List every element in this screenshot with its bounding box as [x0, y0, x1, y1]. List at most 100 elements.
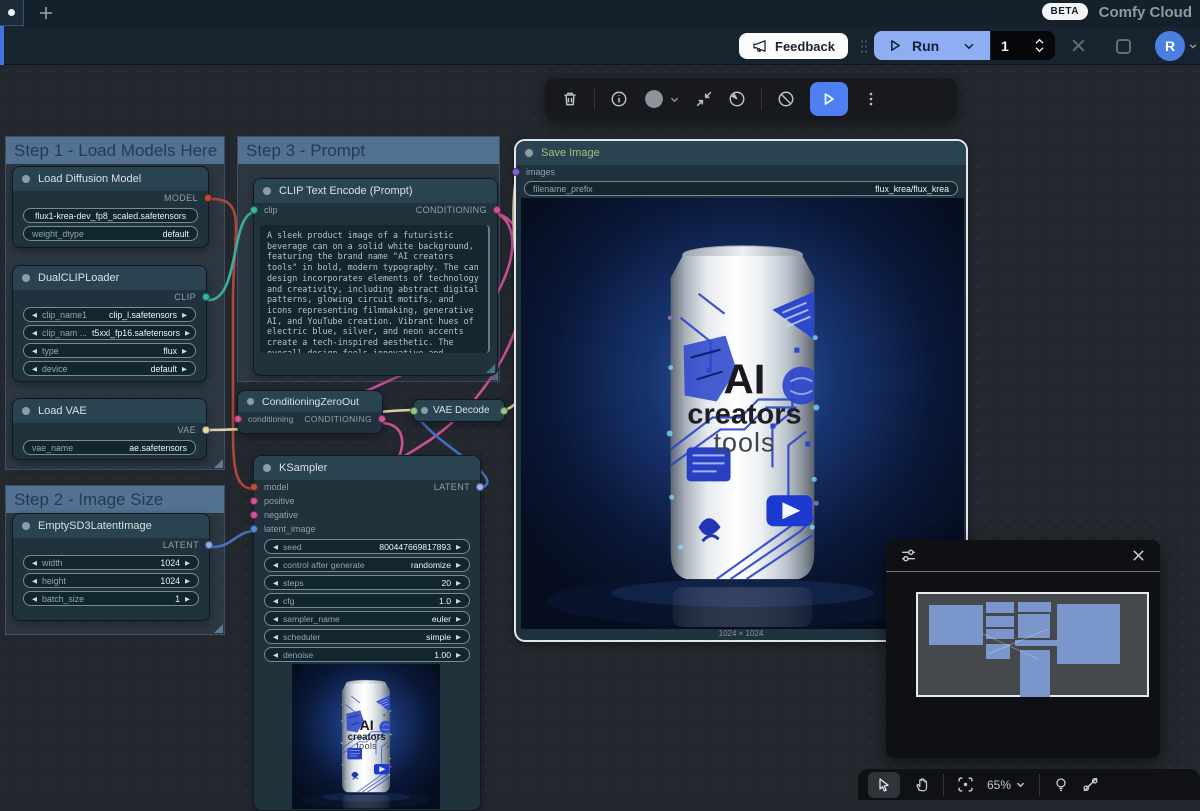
node-header[interactable]: DualCLIPLoader [13, 266, 206, 290]
stepper-up-icon[interactable] [1034, 38, 1045, 45]
port-clip-in[interactable] [250, 206, 258, 214]
zoom-level-dropdown[interactable]: 65% [987, 778, 1026, 792]
node-header[interactable]: EmptySD3LatentImage [13, 514, 209, 538]
node-color-picker[interactable] [643, 88, 680, 110]
port-clip-out[interactable] [202, 293, 210, 301]
collapse-dot-icon[interactable] [22, 175, 30, 183]
toolbar-drag-handle[interactable] [860, 39, 868, 53]
feedback-label: Feedback [775, 39, 835, 54]
lightbulb-icon[interactable] [1053, 777, 1069, 793]
port-collapsed-out[interactable] [500, 407, 508, 415]
widget-steps[interactable]: steps20 [264, 575, 470, 590]
port-negative-in[interactable] [250, 511, 258, 519]
user-avatar[interactable]: R [1155, 31, 1185, 61]
port-row: MODEL [13, 191, 208, 205]
node-header[interactable]: Load VAE [13, 399, 206, 423]
collapse-icon[interactable] [695, 90, 713, 108]
feedback-button[interactable]: Feedback [739, 33, 848, 59]
widget-unet-name[interactable]: flux1-krea-dev_fp8_scaled.safetensors [23, 208, 198, 223]
node-header[interactable]: CLIP Text Encode (Prompt) [254, 179, 497, 203]
widget-width[interactable]: width1024 [23, 555, 199, 570]
port-model-in[interactable] [250, 483, 258, 491]
collapse-dot-icon[interactable] [263, 464, 271, 472]
node-dual-clip-loader[interactable]: DualCLIPLoader CLIP clip_name1clip_l.saf… [12, 265, 207, 382]
widget-label: batch_size [42, 594, 84, 604]
node-header[interactable]: Save Image [516, 141, 966, 165]
collapse-dot-icon[interactable] [525, 149, 533, 157]
port-collapsed-in[interactable] [410, 407, 418, 415]
widget-type[interactable]: typeflux [23, 343, 196, 358]
port-latent-image-in[interactable] [250, 525, 258, 533]
port-positive-in[interactable] [250, 497, 258, 505]
execute-button[interactable] [810, 82, 848, 116]
port-conditioning-out[interactable] [378, 415, 386, 423]
maximize-icon[interactable] [1116, 39, 1131, 54]
node-header[interactable]: Load Diffusion Model [13, 167, 208, 191]
widget-sampler-name[interactable]: sampler_nameeuler [264, 611, 470, 626]
collapse-dot-icon[interactable] [421, 407, 428, 414]
close-icon[interactable] [1131, 548, 1146, 563]
node-load-vae[interactable]: Load VAE VAE vae_name ae.safetensors [12, 398, 207, 460]
toggle-links-icon[interactable] [1082, 776, 1099, 793]
node-clip-text-encode[interactable]: CLIP Text Encode (Prompt) clip CONDITION… [253, 178, 498, 376]
resize-handle[interactable] [486, 364, 495, 373]
node-load-diffusion-model[interactable]: Load Diffusion Model MODEL flux1-krea-de… [12, 166, 209, 248]
workflow-tab[interactable] [0, 0, 24, 26]
port-conditioning-out[interactable] [493, 206, 501, 214]
group-step2-title[interactable]: Step 2 - Image Size [6, 486, 224, 513]
select-tool-button[interactable] [868, 772, 900, 798]
port-vae-out[interactable] [202, 426, 210, 434]
new-tab-button[interactable] [34, 1, 58, 25]
prompt-textarea[interactable]: A sleek product image of a futuristic be… [260, 225, 490, 353]
node-vae-decode[interactable]: VAE Decode [413, 399, 505, 422]
node-header[interactable]: ConditioningZeroOut [238, 391, 382, 412]
port-conditioning-in[interactable] [234, 415, 242, 423]
trash-icon[interactable] [561, 90, 579, 108]
collapse-dot-icon[interactable] [263, 187, 271, 195]
stepper-down-icon[interactable] [1034, 46, 1045, 53]
widget-denoise[interactable]: denoise1.00 [264, 647, 470, 662]
run-button[interactable]: Run [874, 31, 990, 60]
batch-count-stepper[interactable]: 1 [991, 31, 1055, 60]
close-icon[interactable] [1070, 37, 1087, 54]
widget-filename-prefix[interactable]: filename_prefix flux_krea/flux_krea [524, 181, 958, 196]
node-header[interactable]: KSampler [254, 456, 480, 480]
widget-value: 1.0 [439, 596, 451, 606]
group-step3-title[interactable]: Step 3 - Prompt [238, 137, 499, 164]
widget-batch-size[interactable]: batch_size1 [23, 591, 199, 606]
avatar-chevron-icon[interactable] [1188, 41, 1198, 51]
widget-seed[interactable]: seed800447669817893 [264, 539, 470, 554]
port-images-in[interactable] [512, 168, 520, 176]
widget-label: width [42, 558, 63, 568]
widget-clip-name2[interactable]: clip_nam ...t5xxl_fp16.safetensors [23, 325, 196, 340]
collapse-dot-icon[interactable] [22, 407, 30, 415]
input-label-images: images [526, 167, 555, 177]
info-icon[interactable] [610, 90, 628, 108]
collapse-dot-icon[interactable] [22, 274, 30, 282]
group-step1-title[interactable]: Step 1 - Load Models Here [6, 137, 224, 164]
port-latent-out[interactable] [476, 483, 484, 491]
node-ksampler[interactable]: KSampler model LATENT positive negative … [253, 455, 481, 811]
widget-vae-name[interactable]: vae_name ae.safetensors [23, 440, 196, 455]
widget-weight-dtype[interactable]: weight_dtype default [23, 226, 198, 241]
port-latent-out[interactable] [205, 541, 213, 549]
widget-device[interactable]: devicedefault [23, 361, 196, 376]
node-empty-sd3-latent[interactable]: EmptySD3LatentImage LATENT width1024 hei… [12, 513, 210, 621]
collapse-dot-icon[interactable] [22, 522, 30, 530]
fit-view-icon[interactable] [957, 776, 974, 793]
bypass-icon[interactable] [777, 90, 795, 108]
pie-timer-icon[interactable] [728, 90, 746, 108]
minimap-viewport[interactable] [916, 592, 1149, 697]
node-conditioning-zero-out[interactable]: ConditioningZeroOut conditioning CONDITI… [237, 390, 383, 434]
collapse-dot-icon[interactable] [247, 398, 254, 405]
widget-scheduler[interactable]: schedulersimple [264, 629, 470, 644]
node-header[interactable]: VAE Decode [414, 400, 504, 421]
widget-control-after-generate[interactable]: control after generaterandomize [264, 557, 470, 572]
kebab-menu-icon[interactable] [863, 91, 879, 107]
widget-height[interactable]: height1024 [23, 573, 199, 588]
pan-hand-icon[interactable] [913, 776, 930, 793]
widget-clip-name1[interactable]: clip_name1clip_l.safetensors [23, 307, 196, 322]
sliders-icon[interactable] [900, 547, 917, 564]
widget-cfg[interactable]: cfg1.0 [264, 593, 470, 608]
port-model-out[interactable] [204, 194, 212, 202]
